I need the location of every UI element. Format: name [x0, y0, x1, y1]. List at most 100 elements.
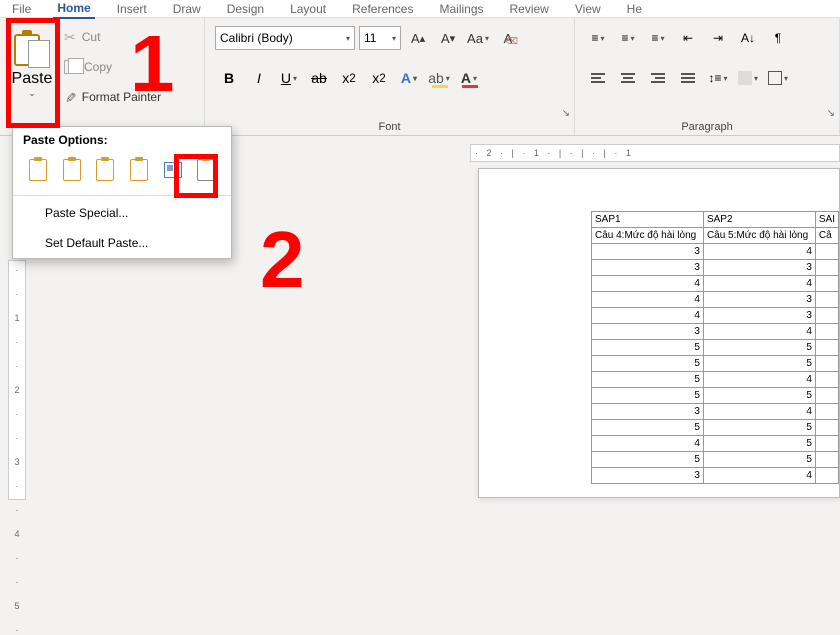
- paste-picture-button[interactable]: [158, 155, 188, 185]
- cell: 4: [592, 436, 704, 452]
- change-case-button[interactable]: Aa▾: [465, 26, 491, 50]
- cell: [815, 308, 838, 324]
- paste-merge-button[interactable]: [57, 155, 87, 185]
- font-size-select[interactable]: 11▾: [359, 26, 401, 50]
- paste-text-only-button[interactable]: [191, 155, 221, 185]
- paragraph-dialog-launcher[interactable]: ↘: [827, 108, 835, 119]
- cell: [815, 324, 838, 340]
- paste-icon: [14, 28, 50, 70]
- line-spacing-button[interactable]: ↕≡▾: [705, 66, 731, 90]
- cell: 4: [703, 324, 815, 340]
- tab-view[interactable]: View: [571, 0, 605, 18]
- clipboard-brush-icon: [29, 159, 47, 181]
- align-right-button[interactable]: [645, 66, 671, 90]
- horizontal-ruler[interactable]: · 2 · | · 1 · | · | · | · 1: [470, 144, 840, 162]
- table-row: 34: [592, 404, 839, 420]
- cell: 5: [592, 452, 704, 468]
- data-table: SAP1SAP2SAI Câu 4:Mức độ hài lòng Câu 5:…: [591, 211, 839, 484]
- tab-layout[interactable]: Layout: [286, 0, 330, 18]
- sort-button[interactable]: A↓: [735, 26, 761, 50]
- cell: 4: [703, 468, 815, 484]
- clipboard-check-icon: [96, 159, 114, 181]
- cell: 3: [592, 324, 704, 340]
- shading-button[interactable]: ▾: [735, 66, 761, 90]
- tab-file[interactable]: File: [8, 0, 35, 18]
- copy-icon: [64, 60, 78, 74]
- cell: 3: [592, 468, 704, 484]
- annotation-number: 1: [130, 18, 175, 110]
- ribbon: Paste ⌄ Cut Copy Format Painter Calibri …: [0, 18, 840, 136]
- tab-review[interactable]: Review: [506, 0, 553, 18]
- tab-home[interactable]: Home: [53, 0, 94, 19]
- paragraph-group-label: Paragraph: [585, 119, 829, 133]
- tab-mailings[interactable]: Mailings: [435, 0, 487, 18]
- paste-keep-source-formatting-button[interactable]: [90, 155, 120, 185]
- italic-button[interactable]: I: [245, 65, 273, 91]
- grow-font-button[interactable]: A▴: [405, 26, 431, 50]
- cell: 5: [703, 356, 815, 372]
- table-row: 34: [592, 244, 839, 260]
- tab-references[interactable]: References: [348, 0, 417, 18]
- cell: [815, 276, 838, 292]
- table-row: 55: [592, 340, 839, 356]
- font-group-label: Font: [215, 119, 564, 133]
- col-header: SAP1: [592, 212, 704, 228]
- cell: [815, 436, 838, 452]
- paste-button[interactable]: Paste ⌄: [8, 24, 56, 122]
- shrink-font-button[interactable]: A▾: [435, 26, 461, 50]
- multilevel-button[interactable]: ≡▾: [645, 26, 671, 50]
- paste-link-button[interactable]: [124, 155, 154, 185]
- tab-draw[interactable]: Draw: [169, 0, 205, 18]
- paste-label: Paste: [12, 70, 53, 88]
- cell: [815, 244, 838, 260]
- chevron-down-icon[interactable]: ⌄: [28, 88, 36, 99]
- paste-options-title: Paste Options:: [13, 127, 231, 151]
- highlight-button[interactable]: ab▾: [425, 65, 453, 91]
- justify-button[interactable]: [675, 66, 701, 90]
- tab-insert[interactable]: Insert: [113, 0, 151, 18]
- subscript-button[interactable]: x2: [335, 65, 363, 91]
- cell: 3: [703, 292, 815, 308]
- underline-button[interactable]: U▾: [275, 65, 303, 91]
- cell: [815, 356, 838, 372]
- font-name-select[interactable]: Calibri (Body)▾: [215, 26, 355, 50]
- cell: 5: [592, 420, 704, 436]
- cell: [815, 388, 838, 404]
- tab-help[interactable]: He: [623, 0, 646, 18]
- vertical-ruler[interactable]: ··1··2··3··4··5·: [8, 260, 26, 500]
- superscript-button[interactable]: x2: [365, 65, 393, 91]
- align-left-button[interactable]: [585, 66, 611, 90]
- cell: 4: [592, 308, 704, 324]
- increase-indent-button[interactable]: ⇥: [705, 26, 731, 50]
- cell: 3: [592, 244, 704, 260]
- clipboard-arrow-icon: [63, 159, 81, 181]
- cell: 4: [703, 276, 815, 292]
- cell: 5: [592, 356, 704, 372]
- text-effects-button[interactable]: A▾: [395, 65, 423, 91]
- ribbon-tabs: File Home Insert Draw Design Layout Refe…: [0, 0, 840, 18]
- numbering-button[interactable]: ≡▾: [615, 26, 641, 50]
- font-dialog-launcher[interactable]: ↘: [562, 108, 570, 119]
- decrease-indent-button[interactable]: ⇤: [675, 26, 701, 50]
- set-default-paste-item[interactable]: Set Default Paste...: [13, 228, 231, 258]
- bold-button[interactable]: B: [215, 65, 243, 91]
- cell: 3: [592, 404, 704, 420]
- paste-special-item[interactable]: Paste Special...: [13, 198, 231, 228]
- table-row: 33: [592, 260, 839, 276]
- show-marks-button[interactable]: ¶: [765, 26, 791, 50]
- borders-button[interactable]: ▾: [765, 66, 791, 90]
- cell: [815, 468, 838, 484]
- clear-formatting-button[interactable]: A⌫: [495, 26, 521, 50]
- paste-keep-source-button[interactable]: [23, 155, 53, 185]
- bullets-button[interactable]: ≡▾: [585, 26, 611, 50]
- table-row: 43: [592, 308, 839, 324]
- tab-design[interactable]: Design: [223, 0, 268, 18]
- strikethrough-button[interactable]: ab: [305, 65, 333, 91]
- sub-header: Câu 4:Mức độ hài lòng: [592, 228, 704, 244]
- align-center-button[interactable]: [615, 66, 641, 90]
- cell: 4: [703, 372, 815, 388]
- cell: 4: [592, 292, 704, 308]
- cell: 5: [703, 340, 815, 356]
- paste-options-dropdown: Paste Options: Paste Special... Set Defa…: [12, 126, 232, 259]
- font-color-button[interactable]: A▾: [455, 65, 483, 91]
